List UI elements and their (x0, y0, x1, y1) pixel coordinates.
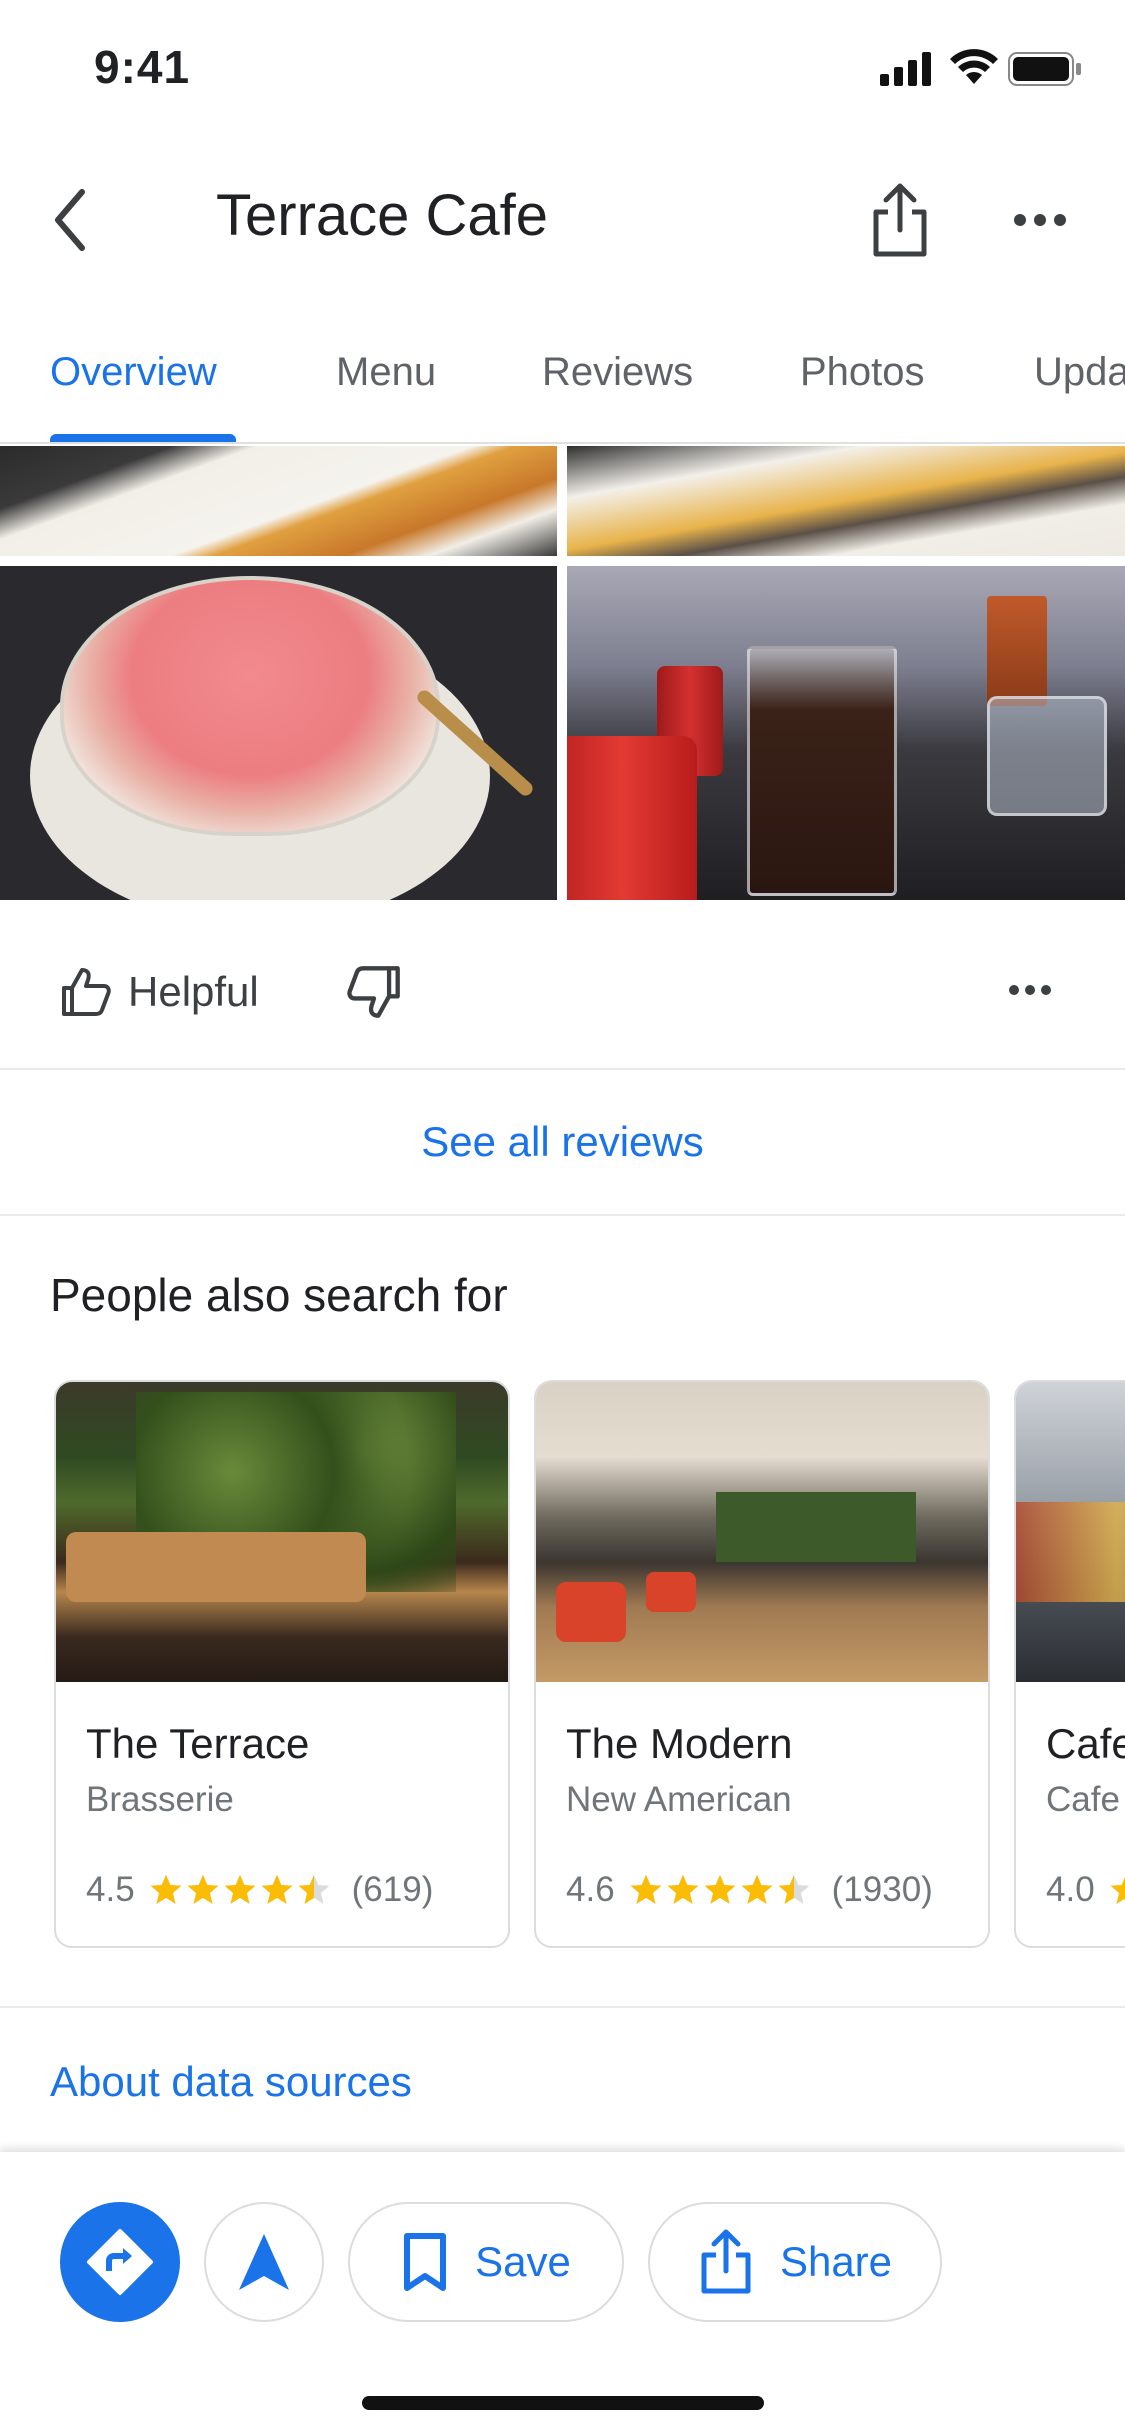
star-icon (187, 1874, 219, 1904)
place-name: The Modern (566, 1720, 793, 1767)
save-label: Save (475, 2238, 571, 2285)
tab-updates[interactable]: Updates (1034, 350, 1125, 395)
share-icon[interactable] (860, 180, 940, 260)
place-category: Brasserie (86, 1780, 234, 1819)
review-count: (1930) (831, 1870, 933, 1909)
navigation-icon (239, 2234, 289, 2290)
battery-icon (1008, 52, 1081, 86)
review-count: (619) (351, 1870, 434, 1909)
share-icon (701, 2229, 751, 2294)
tab-reviews[interactable]: Reviews (542, 350, 693, 395)
save-button[interactable]: Save (348, 2202, 624, 2322)
directions-button[interactable] (60, 2202, 180, 2322)
rating-value: 4.0 (1046, 1870, 1095, 1909)
rating-value: 4.6 (566, 1870, 615, 1909)
review-photo[interactable] (0, 446, 557, 556)
review-photo[interactable] (567, 446, 1125, 556)
start-navigation-button[interactable] (204, 2202, 324, 2322)
place-rating: 4.5 (619) (86, 1870, 433, 1910)
thumbs-up-icon (62, 968, 111, 1016)
star-icon (667, 1874, 699, 1904)
place-category: New American (566, 1780, 792, 1819)
related-places-carousel[interactable]: The Terrace Brasserie 4.5 (619) The Mode… (0, 1380, 1125, 1950)
status-time: 9:41 (94, 41, 191, 93)
tab-menu[interactable]: Menu (336, 350, 436, 395)
helpful-label: Helpful (128, 968, 259, 1015)
place-rating: 4.6 (1930) (566, 1870, 933, 1910)
place-rating: 4.0 (1046, 1870, 1125, 1910)
star-icon (778, 1874, 810, 1904)
review-photo[interactable] (0, 566, 557, 900)
place-photo (1016, 1382, 1125, 1682)
thumbs-down-icon[interactable] (346, 964, 402, 1020)
star-icon (630, 1874, 662, 1904)
star-icon (224, 1874, 256, 1904)
star-icon (298, 1874, 330, 1904)
directions-icon (87, 2229, 153, 2295)
active-tab-indicator (50, 434, 236, 442)
cellular-signal-icon (880, 52, 931, 86)
tab-photos[interactable]: Photos (800, 350, 925, 395)
review-photos (0, 446, 1125, 900)
status-bar: 9:41 (0, 0, 1125, 140)
home-indicator (362, 2396, 764, 2410)
see-all-reviews-link[interactable]: See all reviews (0, 1072, 1125, 1216)
more-icon[interactable] (1000, 180, 1080, 260)
place-header: Terrace Cafe (0, 150, 1125, 290)
star-icon (1110, 1876, 1125, 1904)
place-name: Cafe (1046, 1720, 1125, 1767)
star-icon (704, 1874, 736, 1904)
place-category: Cafe (1046, 1780, 1120, 1819)
share-button[interactable]: Share (648, 2202, 942, 2322)
place-photo (56, 1382, 508, 1682)
review-actions: Helpful (0, 900, 1125, 1070)
star-rating (149, 1873, 334, 1907)
wifi-icon (950, 49, 998, 84)
place-photo (536, 1382, 988, 1682)
place-name: The Terrace (86, 1720, 310, 1767)
about-data-sources-link[interactable]: About data sources (0, 2006, 1125, 2152)
rating-value: 4.5 (86, 1870, 135, 1909)
helpful-button[interactable]: Helpful (60, 966, 259, 1018)
review-photo[interactable] (567, 566, 1125, 900)
place-card[interactable]: The Modern New American 4.6 (1930) (534, 1380, 990, 1948)
share-label: Share (779, 2238, 893, 2285)
place-card[interactable]: Cafe Cafe 4.0 (1014, 1380, 1125, 1948)
bottom-action-bar: Save Share (0, 2152, 1125, 2436)
tab-bar: Overview Menu Reviews Photos Updates (0, 330, 1125, 444)
about-data-sources-label: About data sources (50, 2058, 412, 2105)
section-title: People also search for (50, 1269, 508, 1321)
star-icon (741, 1874, 773, 1904)
back-arrow-icon[interactable] (40, 180, 120, 260)
bookmark-icon (404, 2233, 447, 2291)
star-icon (150, 1874, 182, 1904)
see-all-reviews-label: See all reviews (421, 1118, 704, 1165)
star-icon (261, 1874, 293, 1904)
place-card[interactable]: The Terrace Brasserie 4.5 (619) (54, 1380, 510, 1948)
star-rating (1109, 1873, 1125, 1907)
page-title: Terrace Cafe (216, 183, 549, 248)
more-icon[interactable] (1000, 970, 1060, 1010)
tab-overview[interactable]: Overview (50, 350, 217, 395)
star-rating (629, 1873, 814, 1907)
